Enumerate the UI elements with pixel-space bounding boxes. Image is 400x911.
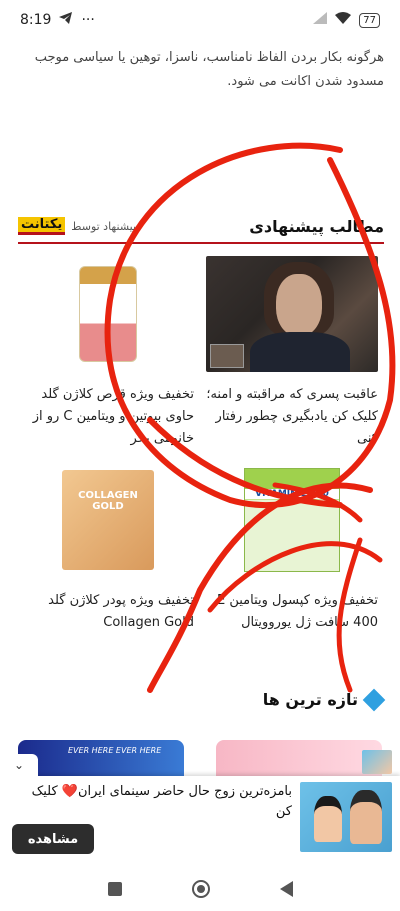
- diamond-icon: [362, 688, 386, 711]
- collagen-jar-image: [79, 266, 137, 362]
- recommended-card[interactable]: تخفیف ویژه قرص کلاژن گلد حاوی بیوتین و و…: [22, 256, 194, 450]
- vitamin-label: VITAMIN E 400: [245, 489, 339, 499]
- ad-text[interactable]: بامزه‌ترین زوج حال حاضر سینمای ایران❤️ ک…: [12, 782, 292, 822]
- home-icon[interactable]: [191, 879, 210, 898]
- clock: 8:19: [20, 12, 52, 28]
- more-icon: ···: [81, 12, 95, 28]
- fresh-title: تازه ترین ها: [262, 690, 358, 709]
- vitamin-e-package-image: VITAMIN E 400: [244, 468, 340, 572]
- card-thumbnail[interactable]: [22, 256, 194, 372]
- wifi-icon: [335, 12, 352, 28]
- recommended-card[interactable]: COLLAGEN GOLD تخفیف ویژه پودر کلاژن گلد …: [22, 462, 194, 634]
- card-thumbnail[interactable]: VITAMIN E 400: [206, 462, 378, 578]
- collagen-box-image: COLLAGEN GOLD: [62, 470, 154, 570]
- recommended-title: مطالب پیشنهادی: [249, 216, 384, 236]
- ad-mini-thumbnail[interactable]: [362, 750, 392, 774]
- fresh-header: تازه ترین ها: [262, 688, 386, 711]
- ad-view-button[interactable]: مشاهده: [12, 824, 94, 854]
- comment-policy-text: هرگونه بکار بردن الفاظ نامناسب، ناسزا، ت…: [34, 50, 384, 89]
- recommended-by-label: پیشنهاد توسط: [71, 219, 137, 233]
- status-bar: 8:19 ··· 77: [0, 0, 400, 40]
- card-caption[interactable]: تخفیف ویژه قرص کلاژن گلد حاوی بیوتین و و…: [22, 384, 194, 450]
- fresh-thumbnail[interactable]: EVER HERE EVER HERE: [18, 740, 184, 780]
- collagen-box-label: COLLAGEN GOLD: [78, 490, 138, 512]
- system-nav-bar: [0, 866, 400, 911]
- card-thumbnail[interactable]: [206, 256, 378, 372]
- yektanet-logo[interactable]: یکتانت: [18, 217, 66, 235]
- recommended-card[interactable]: عاقبت پسری که مراقبته و امنه؛ کلیک کن یا…: [206, 256, 378, 450]
- ad-image[interactable]: [300, 782, 392, 852]
- ad-collapse-button[interactable]: ⌄: [0, 754, 38, 776]
- card-caption[interactable]: عاقبت پسری که مراقبته و امنه؛ کلیک کن یا…: [206, 384, 378, 450]
- recommended-header: مطالب پیشنهادی پیشنهاد توسط یکتانت: [18, 210, 384, 244]
- fresh-thumbnail-text: EVER HERE EVER HERE: [68, 746, 162, 755]
- fresh-thumbnail[interactable]: [216, 740, 382, 780]
- card-caption[interactable]: تخفیف ویژه کپسول ویتامین E 400 سافت ژل ی…: [206, 590, 378, 634]
- card-thumbnail[interactable]: COLLAGEN GOLD: [22, 462, 194, 578]
- recommended-card[interactable]: VITAMIN E 400 تخفیف ویژه کپسول ویتامین E…: [206, 462, 378, 634]
- battery-icon: 77: [359, 12, 380, 28]
- recommended-by[interactable]: پیشنهاد توسط یکتانت: [18, 217, 136, 235]
- ad-banner[interactable]: ⌄ بامزه‌ترین زوج حال حاضر سینمای ایران❤️…: [0, 750, 400, 866]
- back-icon[interactable]: [279, 880, 293, 897]
- telegram-icon: [59, 12, 73, 28]
- recents-icon[interactable]: [107, 881, 122, 896]
- card-caption[interactable]: تخفیف ویژه پودر کلاژن گلد Collagen Gold: [22, 590, 194, 634]
- signal-icon: [313, 12, 328, 28]
